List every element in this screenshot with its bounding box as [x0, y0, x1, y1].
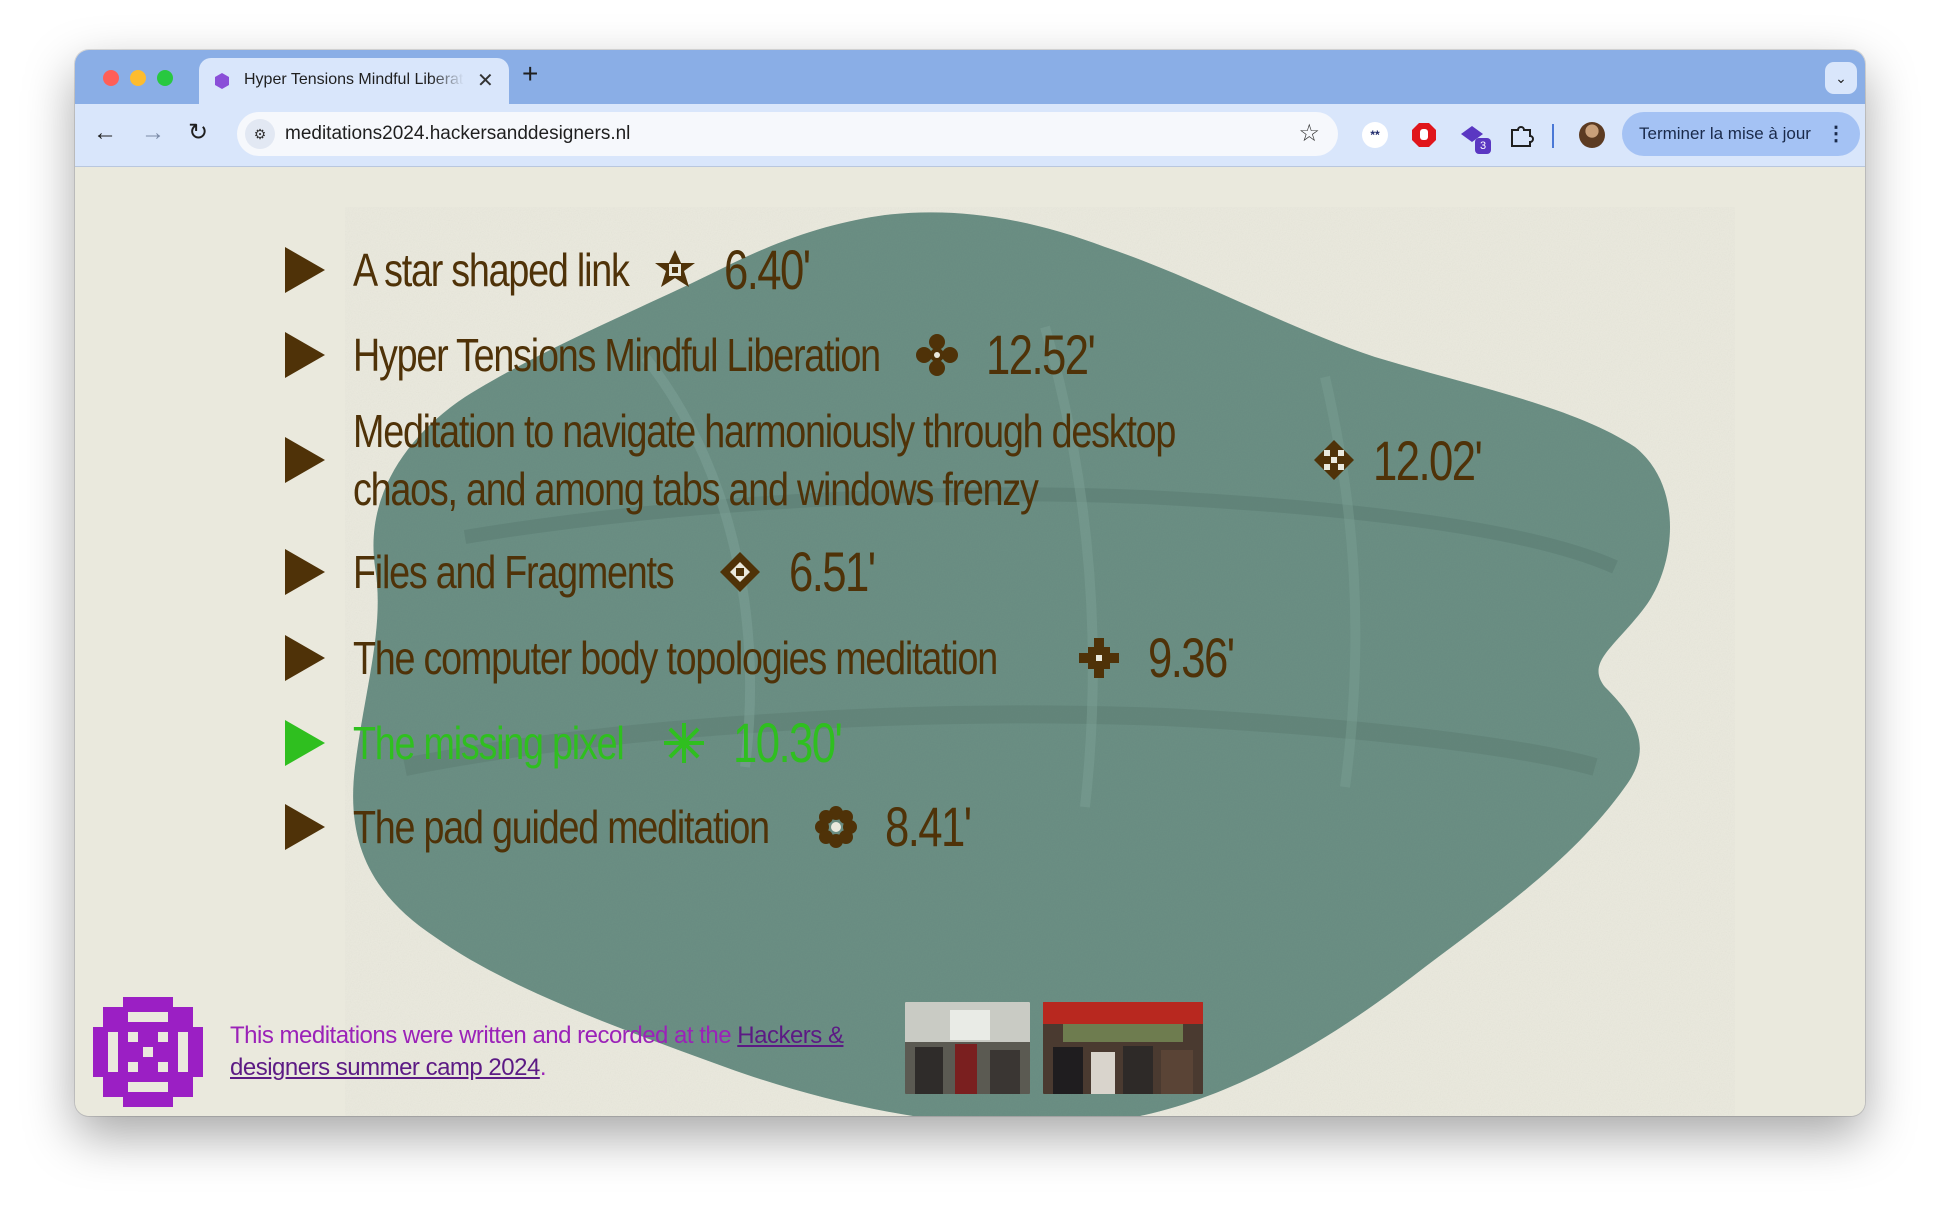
credits-prefix: This meditations were written and record… — [230, 1022, 738, 1049]
profile-avatar[interactable] — [1579, 122, 1605, 148]
credits-suffix: . — [539, 1054, 547, 1081]
tab-close-icon[interactable]: ✕ — [477, 68, 494, 93]
meditation-list: A star shaped link 6.40' Hyper Tensions … — [75, 167, 1865, 1116]
cross-ornament-icon — [1079, 637, 1120, 678]
ublock-extension-icon[interactable] — [1411, 122, 1437, 148]
meditation-title[interactable]: The pad guided meditation — [353, 798, 770, 856]
play-icon[interactable] — [285, 331, 325, 378]
browser-window: Hyper Tensions Mindful Liberation ✕ + ⌄ … — [75, 50, 1865, 1116]
meditation-duration: 10.30' — [732, 711, 843, 774]
meditation-duration: 8.41' — [885, 795, 972, 858]
menu-dots-icon[interactable]: ⋮ — [1826, 112, 1846, 156]
star-ornament-icon — [655, 249, 696, 287]
tab-strip: Hyper Tensions Mindful Liberation ✕ + ⌄ — [75, 50, 1865, 104]
minimize-window-button[interactable] — [130, 70, 146, 86]
meditation-title[interactable]: A star shaped link — [353, 241, 630, 299]
page-content: A star shaped link 6.40' Hyper Tensions … — [75, 167, 1865, 1116]
checker-ornament-icon — [1314, 440, 1354, 480]
close-window-button[interactable] — [103, 70, 119, 86]
meditation-item[interactable]: A star shaped link 6.40' — [285, 237, 834, 302]
forward-button[interactable]: → — [141, 118, 165, 148]
meditation-duration: 12.02' — [1373, 428, 1483, 492]
summer-camp-photo-1[interactable] — [905, 1002, 1030, 1094]
meditation-title[interactable]: Meditation to navigate harmoniously thro… — [353, 402, 1280, 518]
summer-camp-photo-2[interactable] — [1043, 1002, 1203, 1094]
url-text[interactable]: meditations2024.hackersanddesigners.nl — [285, 123, 630, 145]
tab-title: Hyper Tensions Mindful Liberation — [244, 71, 464, 88]
meditation-title[interactable]: Files and Fragments — [353, 543, 675, 601]
site-info-icon[interactable]: ⚙ — [245, 119, 275, 149]
extension-badge: 3 — [1475, 138, 1491, 154]
site-favicon-icon — [215, 73, 229, 89]
puzzle-extensions-icon[interactable] — [1508, 122, 1534, 148]
update-button-label: Terminer la mise à jour — [1639, 124, 1811, 143]
rosette-ornament-icon — [815, 805, 858, 848]
purple-extension-icon[interactable]: 3 — [1459, 122, 1491, 154]
play-icon[interactable] — [285, 634, 325, 681]
meditation-title[interactable]: The missing pixel — [353, 714, 625, 772]
meditation-item[interactable]: The pad guided meditation 8.41' — [285, 794, 995, 859]
active-tab[interactable]: Hyper Tensions Mindful Liberation ✕ — [199, 58, 509, 104]
meditation-duration: 9.36' — [1148, 626, 1235, 689]
flower-ornament-icon — [915, 333, 958, 376]
meditation-duration: 6.51' — [788, 540, 876, 603]
meditation-item[interactable]: Files and Fragments 6.51' — [285, 539, 898, 604]
meditation-title[interactable]: Hyper Tensions Mindful Liberation — [353, 326, 881, 384]
toolbar-separator — [1552, 124, 1554, 148]
zoom-window-button[interactable] — [157, 70, 173, 86]
diamond-ornament-icon — [719, 551, 760, 592]
reload-button[interactable]: ↻ — [188, 118, 208, 148]
new-tab-button[interactable]: + — [522, 58, 538, 90]
meditation-item[interactable]: The computer body topologies meditation … — [285, 625, 1258, 690]
play-icon[interactable] — [285, 548, 325, 595]
snowflake-ornament-icon — [663, 722, 704, 763]
play-icon[interactable] — [285, 246, 325, 293]
meditation-duration: 12.52' — [985, 323, 1096, 386]
credits-text: This meditations were written and record… — [230, 1020, 900, 1084]
meditation-title[interactable]: The computer body topologies meditation — [353, 629, 998, 687]
asterisk-extension-icon[interactable]: ** — [1362, 122, 1388, 148]
meditation-item[interactable]: Hyper Tensions Mindful Liberation 12.52' — [285, 322, 1124, 387]
play-icon[interactable] — [285, 719, 325, 766]
play-icon[interactable] — [285, 803, 325, 850]
address-bar[interactable]: ⚙ meditations2024.hackersanddesigners.nl… — [237, 112, 1338, 156]
update-browser-button[interactable]: Terminer la mise à jour ⋮ — [1622, 112, 1860, 156]
meditation-item[interactable]: Meditation to navigate harmoniously thro… — [285, 402, 1512, 518]
back-button[interactable]: ← — [93, 118, 117, 148]
meditation-duration: 6.40' — [724, 238, 811, 301]
browser-toolbar: ← → ↻ ⚙ meditations2024.hackersanddesign… — [75, 104, 1865, 167]
hackers-designers-logo — [93, 997, 203, 1107]
meditation-item-active[interactable]: The missing pixel 10.30' — [285, 710, 872, 775]
bookmark-star-icon[interactable]: ☆ — [1298, 119, 1320, 148]
tab-search-button[interactable]: ⌄ — [1825, 62, 1857, 94]
play-icon[interactable] — [285, 437, 325, 483]
